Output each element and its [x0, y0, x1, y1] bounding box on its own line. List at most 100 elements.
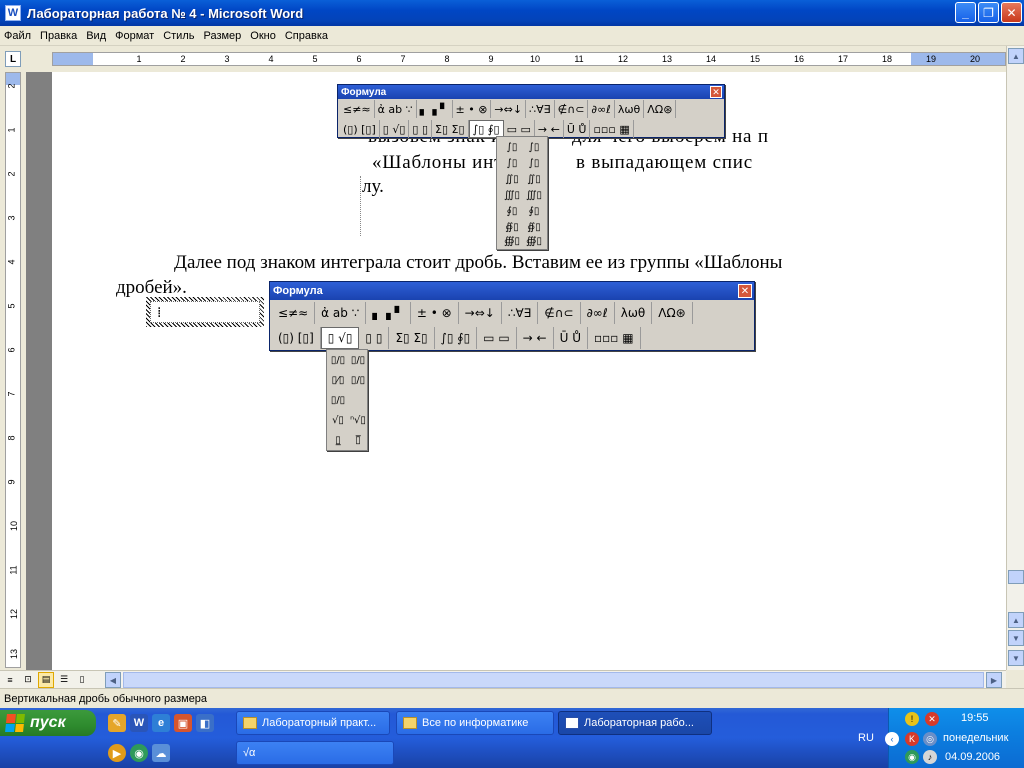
spaces-button[interactable]: ἀ ab ∵	[375, 100, 417, 118]
relations-button[interactable]: ≤≠≈	[272, 301, 316, 324]
division-template[interactable]: ▯̅	[349, 432, 367, 448]
integral-template[interactable]: ∬▯	[525, 171, 543, 187]
menu-edit[interactable]: Правка	[36, 30, 82, 42]
quicklaunch-explorer-icon[interactable]: ◧	[196, 714, 214, 732]
web-view-icon[interactable]: ⊡	[20, 672, 36, 688]
operators-button[interactable]: ± • ⊗	[453, 100, 492, 118]
scroll-up-button[interactable]: ▲	[1008, 48, 1024, 64]
quicklaunch-pen-icon[interactable]: ✎	[108, 714, 126, 732]
product-templates-button[interactable]: Ū Ů	[554, 326, 588, 349]
division-template[interactable]: ▯̲	[329, 432, 347, 448]
formula-toolbar-title-bar[interactable]: Формула ✕	[270, 282, 754, 300]
menu-format[interactable]: Формат	[111, 30, 159, 42]
menu-file[interactable]: Файл	[0, 30, 36, 42]
globe-icon[interactable]: ◉	[905, 750, 919, 764]
relations-button[interactable]: ≤≠≈	[340, 100, 375, 118]
fraction-template[interactable]: ▯/▯	[329, 352, 347, 368]
tab-selector[interactable]: L	[5, 51, 21, 67]
greek-upper-button[interactable]: ΛΩ⊛	[644, 100, 677, 118]
fraction-template[interactable]: ▯⁄▯	[329, 372, 347, 388]
integral-template[interactable]: ∬▯	[503, 171, 521, 187]
radical-template[interactable]: ⁿ√▯	[349, 412, 367, 428]
formula-close-button[interactable]: ✕	[738, 284, 752, 298]
operators-button[interactable]: ± • ⊗	[411, 301, 459, 324]
scroll-down-button[interactable]: ▼	[1008, 630, 1024, 646]
start-button[interactable]: пуск	[0, 710, 96, 736]
radical-template[interactable]: √▯	[329, 412, 347, 428]
integral-template[interactable]: ∮▯	[503, 203, 521, 219]
fraction-template[interactable]: ▯/▯	[349, 352, 367, 368]
quicklaunch-ppt-icon[interactable]: ▣	[174, 714, 192, 732]
product-templates-button[interactable]: Ū Ů	[564, 120, 591, 138]
matrix-templates-button[interactable]: ▫▫▫ ▦	[590, 120, 634, 138]
close-button[interactable]: ✕	[1001, 2, 1022, 23]
misc-symbols-button[interactable]: ∂∞ℓ	[581, 301, 615, 324]
quicklaunch-media-icon[interactable]: ▶	[108, 744, 126, 762]
outline-view-icon[interactable]: ☰	[56, 672, 72, 688]
integral-template[interactable]: ∭▯	[503, 187, 521, 203]
shield-icon[interactable]: !	[905, 712, 919, 726]
vertical-scrollbar[interactable]: ▲ ▲ ▼ ▼	[1006, 46, 1024, 670]
subscript-templates-button[interactable]: ▯ ▯	[359, 326, 390, 349]
fraction-template[interactable]: ▯/▯	[329, 392, 347, 408]
menu-window[interactable]: Окно	[246, 30, 281, 42]
equation-box[interactable]: ⁞	[146, 297, 264, 327]
sum-templates-button[interactable]: Σ▯ Σ▯	[389, 326, 435, 349]
fence-templates-button[interactable]: (▯) [▯]	[340, 120, 380, 138]
volume-icon[interactable]: ♪	[923, 750, 937, 764]
integral-template[interactable]: ∫▯	[525, 139, 543, 155]
quicklaunch-messenger-icon[interactable]: ☁	[152, 744, 170, 762]
arrow-templates-button[interactable]: → ←	[517, 326, 554, 349]
integral-template[interactable]: ∫▯	[525, 155, 543, 171]
sum-templates-button[interactable]: Σ▯ Σ▯	[432, 120, 469, 138]
task-equation-editor[interactable]: √α	[236, 741, 394, 765]
horizontal-scrollbar[interactable]: ◀ ▶	[105, 672, 1002, 688]
kaspersky-icon[interactable]: K	[905, 732, 919, 746]
network-icon[interactable]: ◎	[923, 732, 937, 746]
scroll-down-button[interactable]: ▼	[1008, 650, 1024, 666]
menu-style[interactable]: Стиль	[159, 30, 199, 42]
clock-time[interactable]: 19:55	[961, 712, 989, 724]
scroll-up-button[interactable]: ▲	[1008, 612, 1024, 628]
print-layout-icon[interactable]: ▤	[38, 671, 54, 688]
scroll-right-button[interactable]: ▶	[986, 672, 1002, 688]
integral-template[interactable]: ∫▯	[503, 139, 521, 155]
bar-templates-button[interactable]: ▭ ▭	[477, 326, 517, 349]
language-indicator[interactable]: RU	[858, 732, 874, 744]
greek-lower-button[interactable]: λωθ	[615, 301, 653, 324]
quicklaunch-word-icon[interactable]: W	[130, 714, 148, 732]
quicklaunch-ie-icon[interactable]: e	[152, 714, 170, 732]
scroll-left-button[interactable]: ◀	[105, 672, 121, 688]
matrix-templates-button[interactable]: ▫▫▫ ▦	[588, 326, 641, 349]
greek-lower-button[interactable]: λωθ	[615, 100, 645, 118]
embellishments-button[interactable]: ▖▗ ▘	[417, 100, 453, 118]
maximize-button[interactable]: ❐	[978, 2, 999, 23]
arrows-button[interactable]: →⇔↓	[459, 301, 502, 324]
quicklaunch-globe-icon[interactable]: ◉	[130, 744, 148, 762]
embellishments-button[interactable]: ▖▗ ▘	[366, 301, 411, 324]
formula-toolbar-title-bar[interactable]: Формула ✕	[338, 85, 724, 99]
integral-template[interactable]: ∮▯	[525, 203, 543, 219]
horizontal-ruler[interactable]: 1 2 3 4 5 6 7 8 9 10 11 12 13 14 15 16 1…	[52, 52, 1006, 66]
integral-template[interactable]: ∫▯	[503, 155, 521, 171]
fraction-template[interactable]	[349, 392, 367, 408]
horizontal-scroll-thumb[interactable]	[123, 672, 984, 688]
misc-symbols-button[interactable]: ∂∞ℓ	[588, 100, 615, 118]
spaces-button[interactable]: ἀ ab ∵	[315, 301, 367, 324]
menu-view[interactable]: Вид	[82, 30, 111, 42]
formula-close-button[interactable]: ✕	[710, 86, 722, 98]
equation-slot[interactable]: ⁞	[150, 301, 260, 323]
vertical-scroll-thumb[interactable]	[1008, 570, 1024, 584]
minimize-button[interactable]: _	[955, 2, 976, 23]
task-lab-work-word[interactable]: Лабораторная рабо...	[558, 711, 712, 735]
antivirus-icon[interactable]: ✕	[925, 712, 939, 726]
reading-view-icon[interactable]: ▯	[74, 672, 90, 688]
chevron-left-icon[interactable]: ‹	[885, 732, 899, 746]
arrows-button[interactable]: →⇔↓	[491, 100, 527, 118]
greek-upper-button[interactable]: ΛΩ⊛	[652, 301, 693, 324]
fraction-templates-button[interactable]: ▯ √▯	[380, 120, 410, 138]
normal-view-icon[interactable]: ≡	[2, 672, 18, 688]
logic-button[interactable]: ∴∀∃	[502, 301, 539, 324]
fraction-templates-button[interactable]: ▯ √▯	[320, 326, 360, 349]
task-informatics[interactable]: Все по информатике	[396, 711, 554, 735]
